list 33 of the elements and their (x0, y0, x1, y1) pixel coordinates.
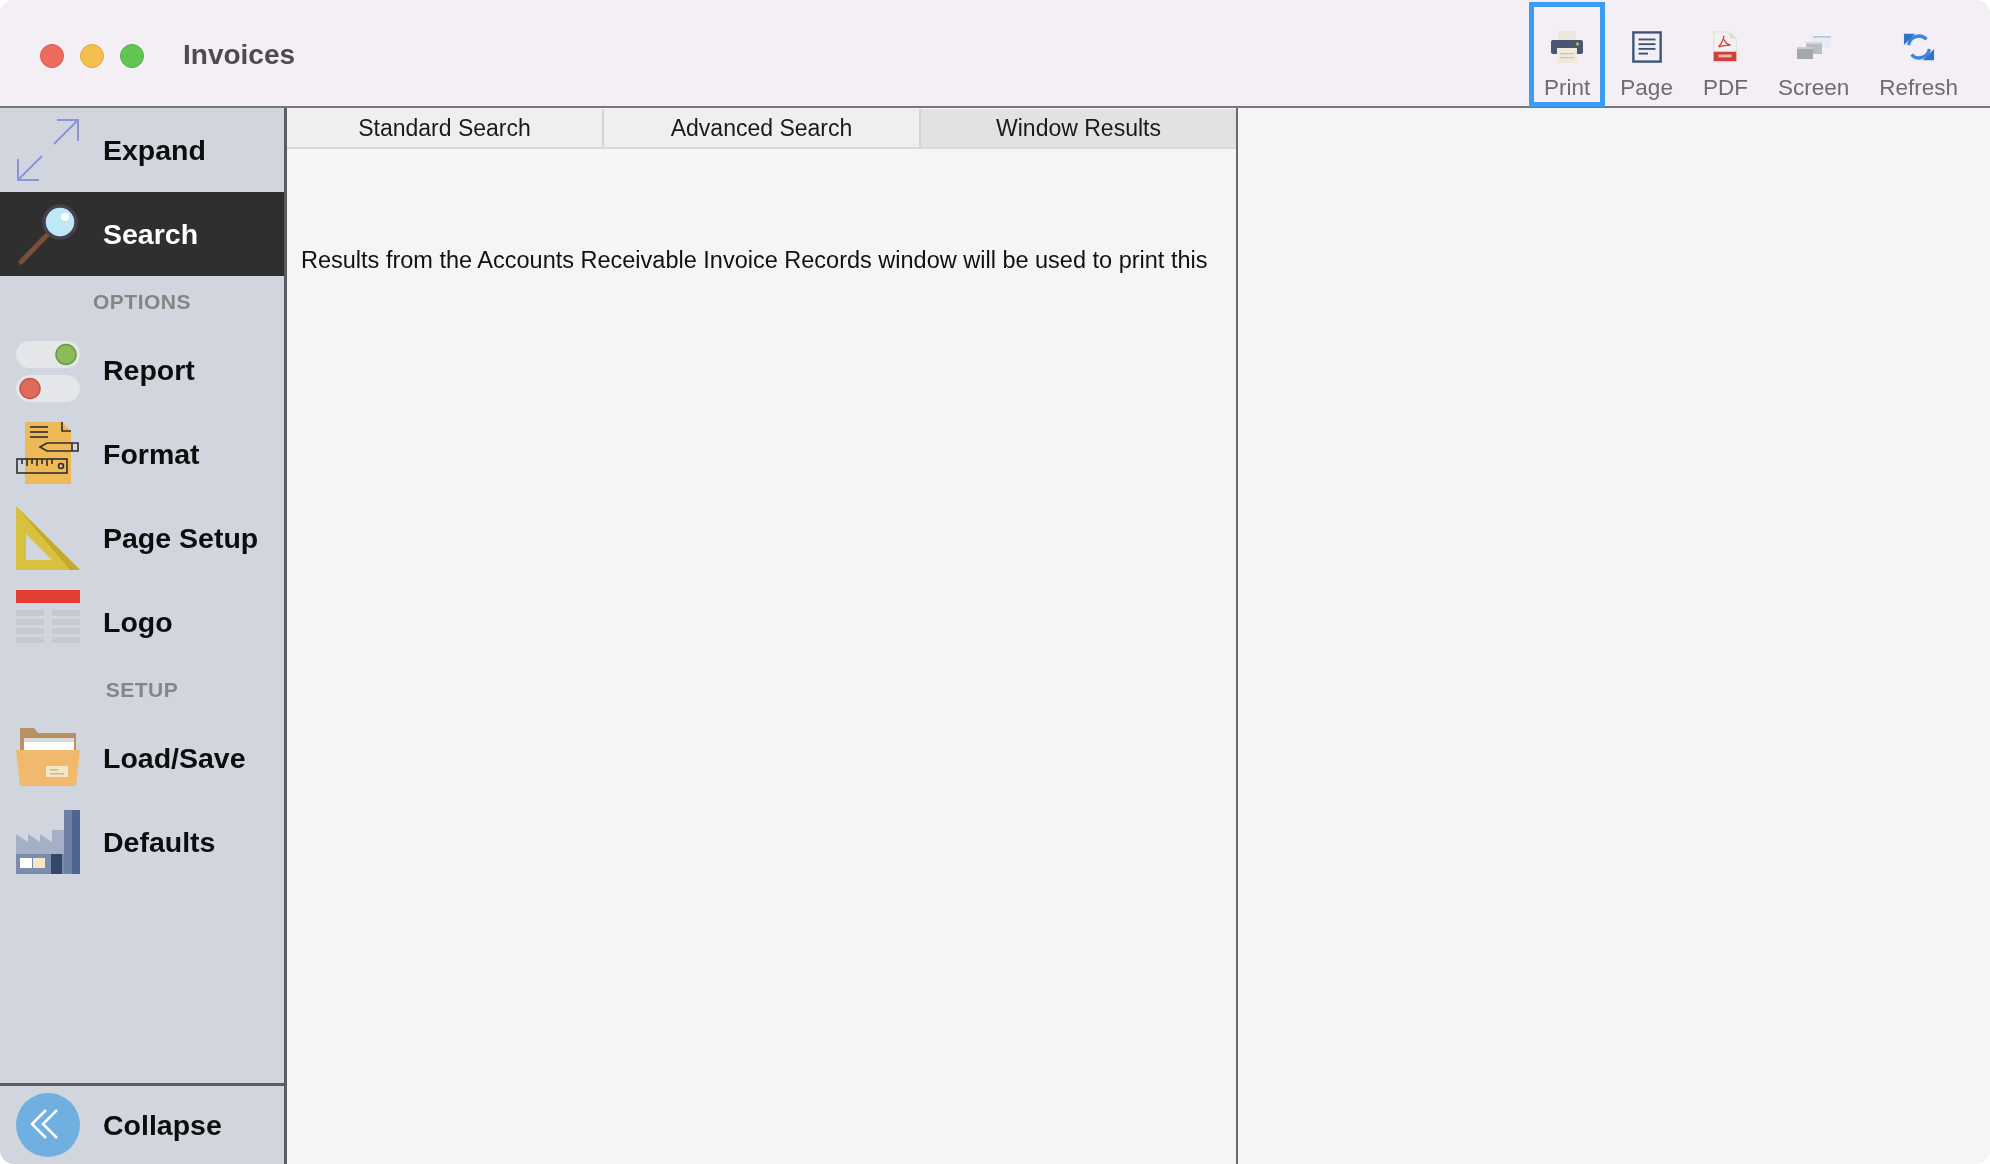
toolbar-button[interactable]: Screen (1762, 2, 1865, 107)
sidebar-item[interactable]: Report (0, 328, 284, 412)
factory-icon (16, 810, 80, 874)
window-title: Invoices (183, 38, 296, 72)
double-chevron-left-icon (16, 1093, 80, 1157)
paper-pencil-ruler-icon (16, 422, 80, 486)
printer-icon (1550, 31, 1585, 63)
sidebar-item[interactable]: Page Setup (0, 496, 284, 580)
sidebar-item[interactable]: Format (0, 412, 284, 496)
tab[interactable]: Window Results (919, 109, 1236, 147)
toolbar-button[interactable]: Refresh (1864, 2, 1973, 107)
info-text: Results from the Accounts Receivable Invoice Records window will be used to print this (301, 247, 1208, 273)
magnifier-icon (16, 202, 80, 266)
minimize-button[interactable] (80, 44, 104, 68)
tab[interactable]: Standard Search (287, 109, 602, 147)
close-button[interactable] (40, 44, 64, 68)
toolbar-button[interactable]: PDF (1687, 2, 1763, 107)
diagonal-arrows-icon (16, 118, 80, 182)
sidebar-item[interactable]: Logo (0, 580, 284, 664)
set-square-icon (16, 506, 80, 570)
section-heading: SETUP (105, 678, 179, 702)
document-icon (1629, 31, 1664, 63)
refresh-icon (1901, 31, 1936, 63)
zoom-button[interactable] (120, 44, 144, 68)
section-heading: OPTIONS (93, 290, 191, 314)
toggle-switches-icon (16, 338, 80, 402)
sidebar-item[interactable]: Defaults (0, 800, 284, 884)
toolbar-button[interactable]: Page (1605, 2, 1688, 107)
toolbar-button[interactable]: Print (1529, 2, 1606, 107)
sidebar-item[interactable]: Search (0, 192, 284, 276)
sidebar-item[interactable]: Expand (0, 108, 284, 192)
collapse-button[interactable]: Collapse (0, 1086, 284, 1164)
sidebar-item[interactable]: Load/Save (0, 716, 284, 800)
